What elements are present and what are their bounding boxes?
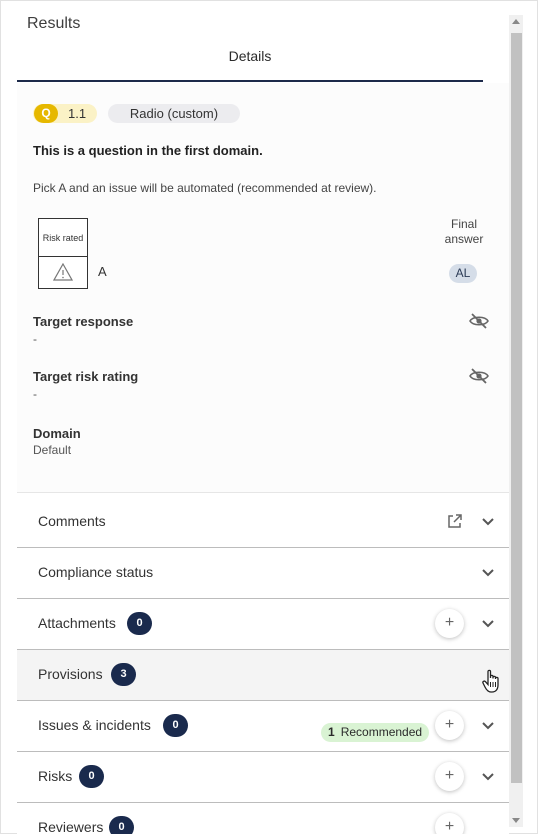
final-answer-label: Final answer bbox=[444, 217, 484, 246]
risk-rated-label: Risk rated bbox=[39, 219, 87, 257]
recommended-count: 1 bbox=[328, 725, 335, 739]
chevron-down-icon[interactable] bbox=[481, 517, 495, 527]
tab-underline bbox=[17, 80, 483, 82]
recommended-label: Recommended bbox=[340, 725, 423, 739]
count-badge: 0 bbox=[127, 612, 152, 635]
accordion-reviewers[interactable]: Reviewers 0 + bbox=[17, 803, 509, 834]
count-badge: 0 bbox=[163, 714, 188, 737]
question-number: 1.1 bbox=[68, 106, 87, 121]
scroll-thumb[interactable] bbox=[511, 33, 522, 783]
panel-title: Results bbox=[27, 15, 81, 32]
warning-icon bbox=[53, 263, 73, 281]
add-reviewer-button[interactable]: + bbox=[435, 813, 464, 834]
accordion-label: Reviewers bbox=[38, 819, 104, 834]
accordion-label: Provisions bbox=[38, 666, 103, 682]
add-issue-button[interactable]: + bbox=[435, 711, 464, 740]
accordion-comments[interactable]: Comments bbox=[17, 497, 509, 548]
scroll-down-arrow[interactable] bbox=[512, 818, 520, 823]
accordion-issues-incidents[interactable]: Issues & incidents 0 1 Recommended + bbox=[17, 701, 509, 752]
count-badge: 0 bbox=[109, 816, 134, 834]
add-risk-button[interactable]: + bbox=[435, 762, 464, 791]
accordion-attachments[interactable]: Attachments 0 + bbox=[17, 599, 509, 650]
question-text: This is a question in the first domain. bbox=[33, 143, 263, 158]
accordion-label: Attachments bbox=[38, 615, 116, 631]
plus-icon: + bbox=[444, 767, 455, 784]
recommended-badge: 1 Recommended bbox=[321, 723, 429, 742]
domain-value: Default bbox=[33, 443, 72, 457]
accordion-provisions[interactable]: Provisions 3 bbox=[17, 650, 509, 701]
question-instruction: Pick A and an issue will be automated (r… bbox=[33, 181, 377, 195]
accordion-label: Comments bbox=[38, 513, 106, 529]
answer-option: A bbox=[98, 264, 107, 279]
question-letter-badge: Q bbox=[34, 104, 58, 123]
accordion-compliance-status[interactable]: Compliance status bbox=[17, 548, 509, 599]
accordion-label: Risks bbox=[38, 768, 73, 784]
vertical-scrollbar[interactable] bbox=[509, 15, 523, 827]
target-response-value: - bbox=[33, 332, 37, 346]
eye-off-icon[interactable] bbox=[469, 313, 489, 329]
target-risk-rating-label: Target risk rating bbox=[33, 369, 139, 384]
count-badge: 0 bbox=[79, 765, 104, 788]
external-link-icon[interactable] bbox=[447, 513, 463, 529]
results-panel: Results Details Q 1.1 Radio (custom) Thi… bbox=[0, 0, 538, 834]
chevron-down-icon[interactable] bbox=[481, 568, 495, 578]
plus-icon: + bbox=[444, 818, 455, 834]
chevron-down-icon[interactable] bbox=[481, 772, 495, 782]
add-attachment-button[interactable]: + bbox=[435, 609, 464, 638]
accordion-label: Compliance status bbox=[38, 564, 154, 580]
target-response-label: Target response bbox=[33, 314, 134, 329]
final-answer-value: AL bbox=[449, 264, 477, 283]
tab-details[interactable]: Details bbox=[17, 48, 483, 82]
accordion-risks[interactable]: Risks 0 + bbox=[17, 752, 509, 803]
hand-pointer-cursor-icon bbox=[482, 669, 499, 693]
plus-icon: + bbox=[444, 614, 455, 631]
scroll-up-arrow[interactable] bbox=[512, 19, 520, 24]
chevron-down-icon[interactable] bbox=[481, 721, 495, 731]
risk-rated-box: Risk rated bbox=[38, 218, 88, 289]
chevron-down-icon[interactable] bbox=[481, 619, 495, 629]
plus-icon: + bbox=[444, 716, 455, 733]
target-risk-rating-value: - bbox=[33, 387, 37, 401]
count-badge: 3 bbox=[111, 663, 136, 686]
question-type-pill: Radio (custom) bbox=[108, 104, 240, 123]
domain-label: Domain bbox=[33, 426, 81, 441]
eye-off-icon[interactable] bbox=[469, 368, 489, 384]
accordion-label: Issues & incidents bbox=[38, 717, 151, 733]
